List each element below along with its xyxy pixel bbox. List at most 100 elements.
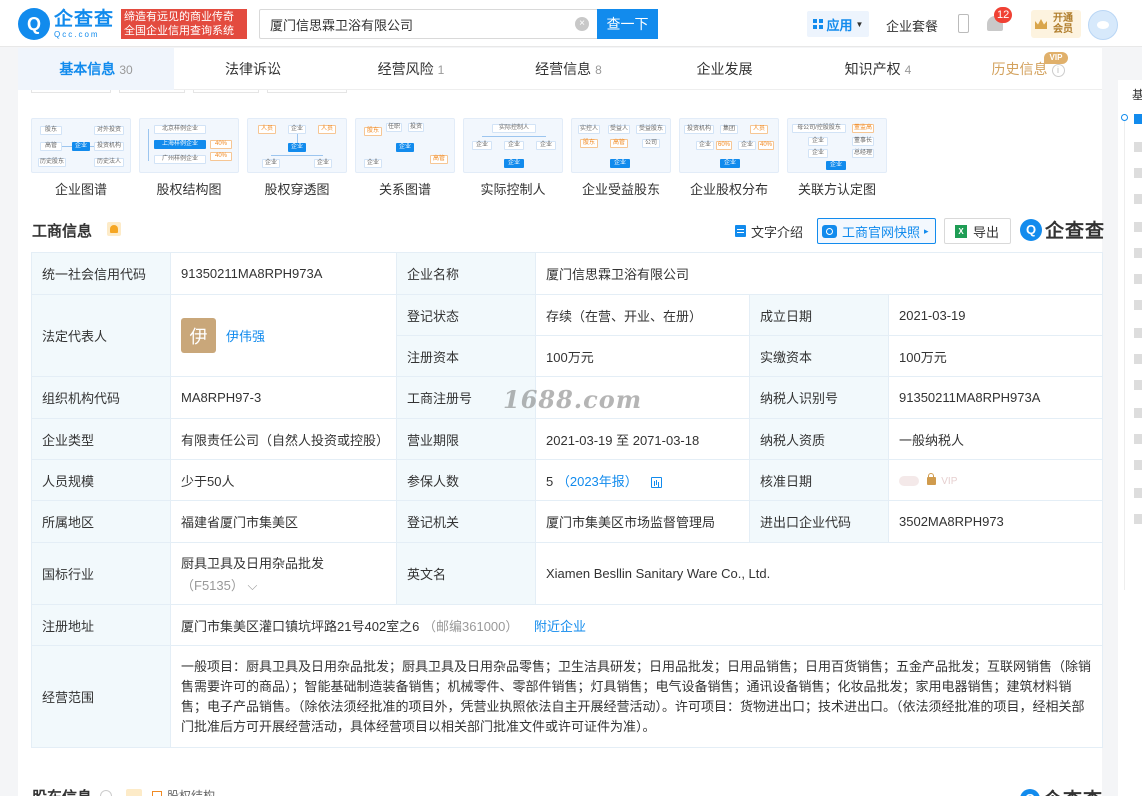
tab-count: 8 (595, 63, 602, 77)
help-icon[interactable] (100, 789, 112, 796)
side-nav-item[interactable] (1134, 248, 1142, 258)
nearby-companies-link[interactable]: 附近企业 (534, 619, 586, 634)
table-row: 注册地址 厦门市集美区灌口镇坑坪路21号402室之6 （邮编361000） 附近… (31, 604, 1103, 646)
equity-structure-link[interactable]: 股权结构 (167, 787, 215, 796)
search-button[interactable]: 查一下 (597, 9, 658, 39)
tab-label: 法律诉讼 (225, 61, 281, 77)
vip-only-label: VIP (941, 475, 958, 487)
field-label: 企业名称 (396, 252, 536, 295)
tab-label: 基本信息 (59, 61, 116, 77)
text-intro-button[interactable]: 文字介绍 (735, 218, 803, 244)
section-title: 工商信息 (32, 223, 93, 240)
tax-qualification-value: 一般纳税人 (888, 418, 1103, 460)
graph-node: 企业 (536, 141, 556, 150)
graph-node: 企业 (720, 159, 740, 168)
membership-line-2: 会员 (1053, 24, 1073, 35)
search-input[interactable] (259, 9, 599, 39)
tab-intellectual-property[interactable]: 知识产权 4 (802, 48, 954, 90)
graph-node: 母公司/控股股东 (792, 124, 846, 133)
tab-basic-info[interactable]: 基本信息 30 (18, 48, 174, 90)
field-label: 核准日期 (749, 459, 889, 501)
apps-menu-button[interactable]: 应用 ▼ (807, 11, 869, 37)
side-nav-item[interactable] (1134, 354, 1142, 364)
graph-edge (482, 136, 546, 137)
beneficiary-icon: 实控人 受益人 受益股东 股东 高管 公司 企业 (571, 118, 671, 173)
tab-history-info[interactable]: 历史信息 i (954, 48, 1102, 90)
chart-icon[interactable] (651, 476, 663, 488)
clear-search-icon[interactable]: × (575, 17, 589, 31)
side-nav-item[interactable] (1134, 142, 1142, 152)
import-export-code-value: 3502MA8RPH973 (888, 500, 1103, 543)
user-avatar[interactable] (1088, 10, 1118, 40)
industry-code-toggle[interactable]: （F5135） ⌵ (181, 575, 386, 594)
graph-node: 企业 (808, 149, 828, 158)
legal-rep-link[interactable]: 伊伟强 (226, 326, 265, 345)
industry-code: （F5135） (181, 578, 244, 593)
approved-date-cell: VIP (888, 459, 1103, 501)
graph-card-beneficiary[interactable]: 实控人 受益人 受益股东 股东 高管 公司 企业 企业受益股东 (571, 118, 671, 198)
tab-label: 知识产权 (844, 61, 901, 77)
official-snapshot-button[interactable]: 工商官网快照 ▸ (817, 218, 936, 244)
graph-edge (148, 129, 149, 161)
side-nav-item[interactable] (1134, 194, 1142, 204)
field-label: 企业类型 (31, 418, 171, 460)
qcc-logo-icon: Q (1020, 788, 1040, 796)
export-button[interactable]: X 导出 (944, 218, 1011, 244)
graph-node: 企业 (314, 159, 332, 168)
side-nav-item[interactable] (1134, 274, 1142, 284)
insured-count-cell: 5 （2023年报） (535, 459, 750, 501)
export-label: 导出 (973, 224, 1000, 240)
graph-node: 高管 (430, 155, 448, 164)
graph-node: 股东 (364, 127, 382, 136)
side-nav-item[interactable] (1134, 514, 1142, 524)
side-nav-item[interactable] (1134, 328, 1142, 338)
tab-business-risk[interactable]: 经营风险 1 (332, 48, 490, 90)
side-nav-item[interactable] (1134, 434, 1142, 444)
qcc-logo[interactable]: Q 企查查 Qcc.com (18, 7, 118, 41)
subscribe-bell-icon[interactable] (126, 788, 142, 796)
tab-legal-litigation[interactable]: 法律诉讼 (174, 48, 332, 90)
table-row: 所属地区 福建省厦门市集美区 登记机关 厦门市集美区市场监督管理局 进出口企业代… (31, 500, 1103, 543)
graph-card-equity-distribution[interactable]: 投资机构 集团 人员 企业 60% 企业 40% 企业 企业股权分布 (679, 118, 779, 198)
field-label: 注册地址 (31, 604, 171, 646)
insured-count-value: 5 (546, 473, 554, 489)
side-nav-item[interactable] (1134, 380, 1142, 390)
graph-card-enterprise[interactable]: 股东 对外投资 高管 企业 投资机构 历史股东 历史法人 企业图谱 (31, 118, 131, 198)
business-scope-value: 一般项目：厨具卫具及日用杂品批发；厨具卫具及日用杂品零售；卫生洁具研发；日用品批… (170, 645, 1103, 748)
relation-graph-icon: 股东 任职 投资 企业 高管 企业 (355, 118, 455, 173)
side-nav-item[interactable] (1134, 222, 1142, 232)
graph-node: 人员 (258, 125, 276, 134)
side-nav-item[interactable] (1134, 460, 1142, 470)
equity-distribution-icon: 投资机构 集团 人员 企业 60% 企业 40% 企业 (679, 118, 779, 173)
company-tabs: 基本信息 30 法律诉讼 经营风险 1 经营信息 8 企业发展 知识产权 4 历史信息 i (18, 48, 1102, 90)
field-label: 登记机关 (396, 500, 536, 543)
side-nav-item[interactable] (1134, 114, 1142, 124)
tab-development[interactable]: 企业发展 (647, 48, 802, 90)
mobile-phone-icon[interactable] (958, 14, 969, 33)
graph-card-related-party[interactable]: 母公司/控股股东 董监高 企业 董事长 企业 总经理 企业 关联方认定图 (787, 118, 887, 198)
caret-down-icon: ▼ (855, 19, 864, 29)
legal-rep-avatar: 伊 (181, 318, 216, 353)
graph-card-actual-controller[interactable]: 实际控制人 企业 企业 企业 企业 实际控制人 (463, 118, 563, 198)
annual-report-link[interactable]: （2023年报） (557, 474, 638, 489)
lock-icon[interactable] (926, 473, 936, 486)
graph-node: 北京样例企业 (154, 125, 206, 134)
graph-card-relation[interactable]: 股东 任职 投资 企业 高管 企业 关系图谱 (355, 118, 455, 198)
side-nav-item[interactable] (1134, 300, 1142, 310)
graph-card-equity-penetration[interactable]: 人员 企业 人员 企业 企业 企业 股权穿透图 (247, 118, 347, 198)
graph-card-equity-structure[interactable]: 北京样例企业 上海样例企业 广州样例企业 40% 40% 股权结构图 (139, 118, 239, 198)
notification-count-badge: 12 (994, 7, 1013, 23)
excel-icon: X (955, 224, 967, 238)
side-nav-item[interactable] (1134, 168, 1142, 178)
reg-capital-value: 100万元 (535, 335, 750, 377)
field-label: 营业期限 (396, 418, 536, 460)
open-membership-button[interactable]: 开通 会员 (1031, 10, 1081, 38)
side-nav-item[interactable] (1134, 488, 1142, 498)
side-nav-item[interactable] (1134, 408, 1142, 418)
subscribe-bell-icon[interactable] (107, 222, 121, 236)
tab-operating-info[interactable]: 经营信息 8 (490, 48, 647, 90)
graph-node: 上海样例企业 (154, 140, 206, 149)
graph-node: 40% (210, 140, 232, 149)
enterprise-suite-link[interactable]: 企业套餐 (886, 16, 938, 35)
tab-label: 历史信息 (991, 61, 1048, 77)
